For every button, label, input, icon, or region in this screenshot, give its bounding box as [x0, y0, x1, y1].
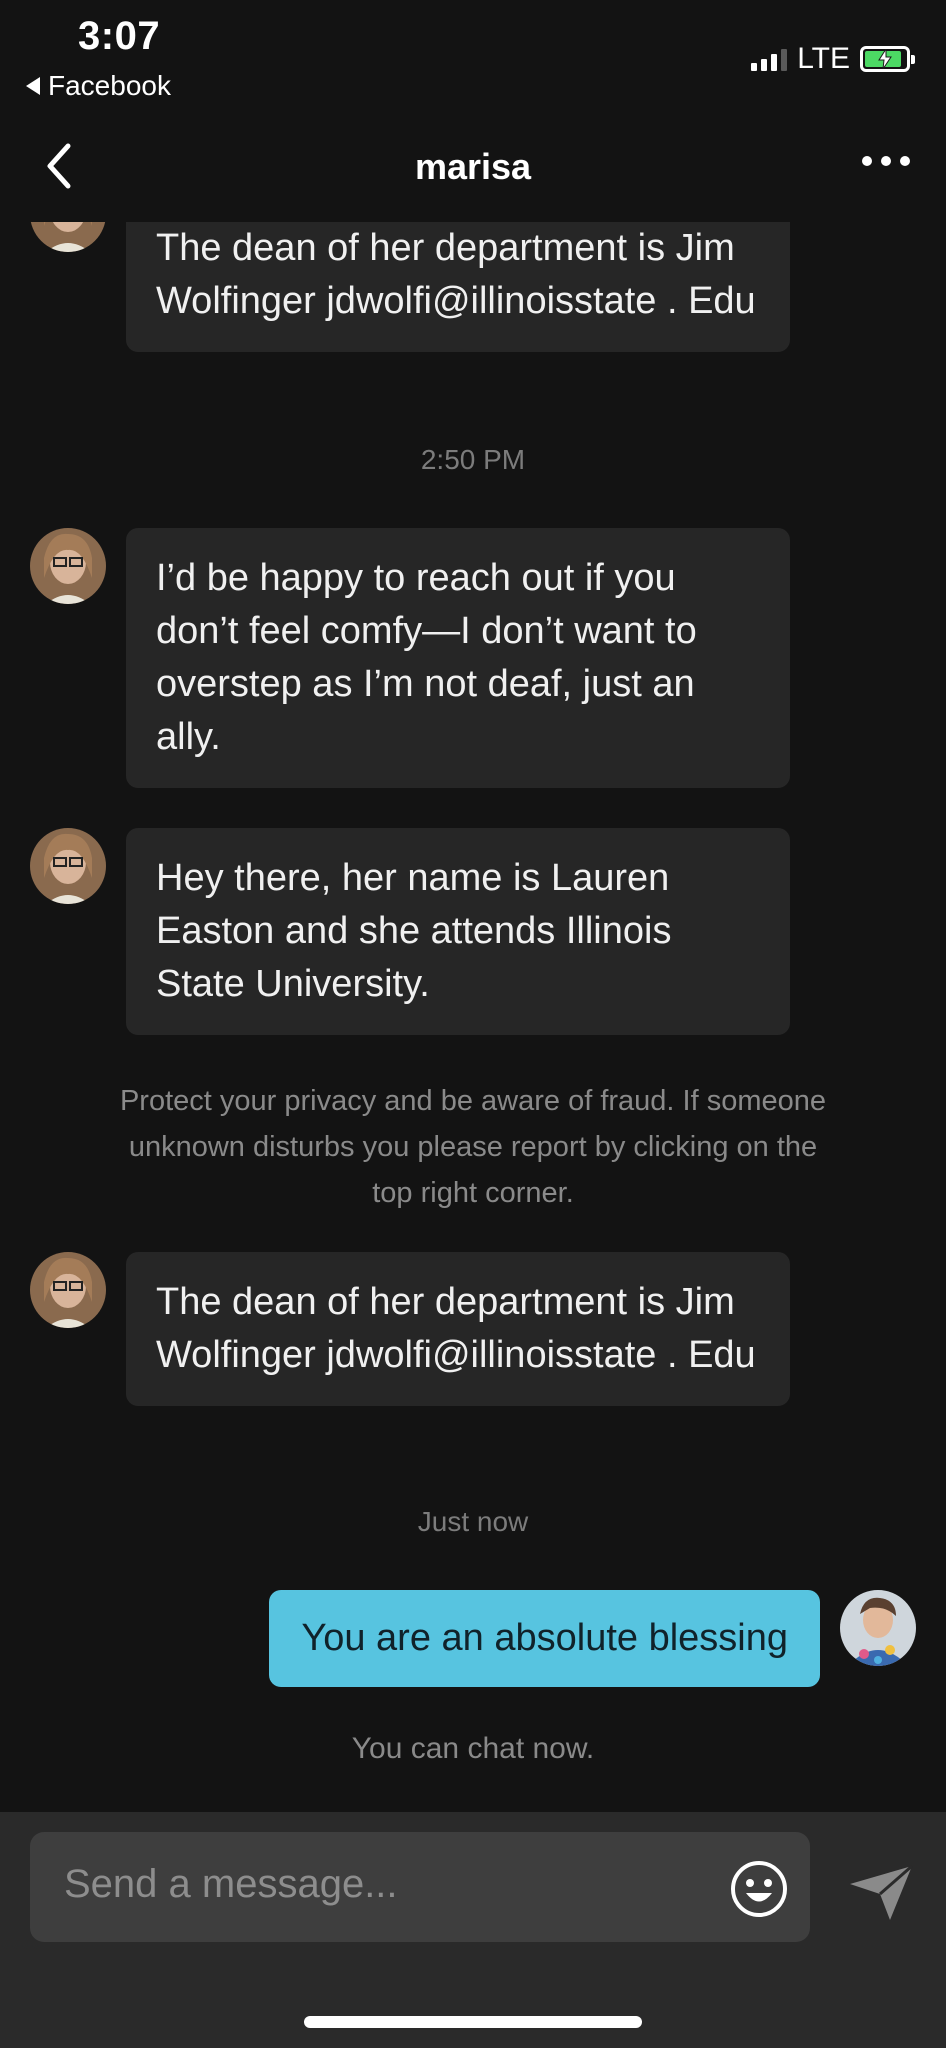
back-to-app-link[interactable]: Facebook	[26, 70, 171, 102]
my-avatar[interactable]	[840, 1590, 916, 1666]
status-indicators: LTE	[751, 42, 915, 76]
contact-avatar[interactable]	[30, 528, 106, 604]
message-input-placeholder: Send a message...	[64, 1862, 398, 1906]
signal-icon	[751, 47, 788, 71]
privacy-notice: Protect your privacy and be aware of fra…	[119, 1085, 827, 1209]
outgoing-message-bubble[interactable]: You are an absolute blessing	[269, 1590, 820, 1687]
back-app-label: Facebook	[48, 70, 171, 101]
back-triangle-icon	[26, 77, 40, 95]
home-indicator[interactable]	[304, 2016, 642, 2028]
contact-avatar[interactable]	[30, 828, 106, 904]
incoming-message-bubble[interactable]: Hey there, her name is Lauren Easton and…	[126, 828, 790, 1035]
more-options-icon[interactable]	[862, 156, 910, 166]
incoming-message-bubble[interactable]: The dean of her department is Jim Wolfin…	[126, 222, 790, 352]
incoming-message-bubble[interactable]: The dean of her department is Jim Wolfin…	[126, 1252, 790, 1406]
contact-avatar[interactable]	[30, 222, 106, 252]
message-timestamp: Just now	[417, 1506, 529, 1537]
contact-avatar[interactable]	[30, 1252, 106, 1328]
emoji-icon[interactable]	[730, 1860, 788, 1918]
battery-charging-icon	[860, 46, 915, 72]
message-composer: Send a message...	[0, 1812, 946, 2048]
message-list[interactable]: The dean of her department is Jim Wolfin…	[0, 222, 946, 1812]
contact-name-title: marisa	[414, 146, 532, 187]
incoming-message-bubble[interactable]: I’d be happy to reach out if you don’t f…	[126, 528, 790, 788]
message-input[interactable]: Send a message...	[30, 1832, 810, 1942]
message-timestamp: 2:50 PM	[420, 444, 526, 475]
status-time: 3:07	[78, 14, 161, 58]
send-icon[interactable]	[846, 1862, 916, 1924]
network-type: LTE	[797, 42, 850, 75]
chat-ready-notice: You can chat now.	[351, 1732, 595, 1765]
